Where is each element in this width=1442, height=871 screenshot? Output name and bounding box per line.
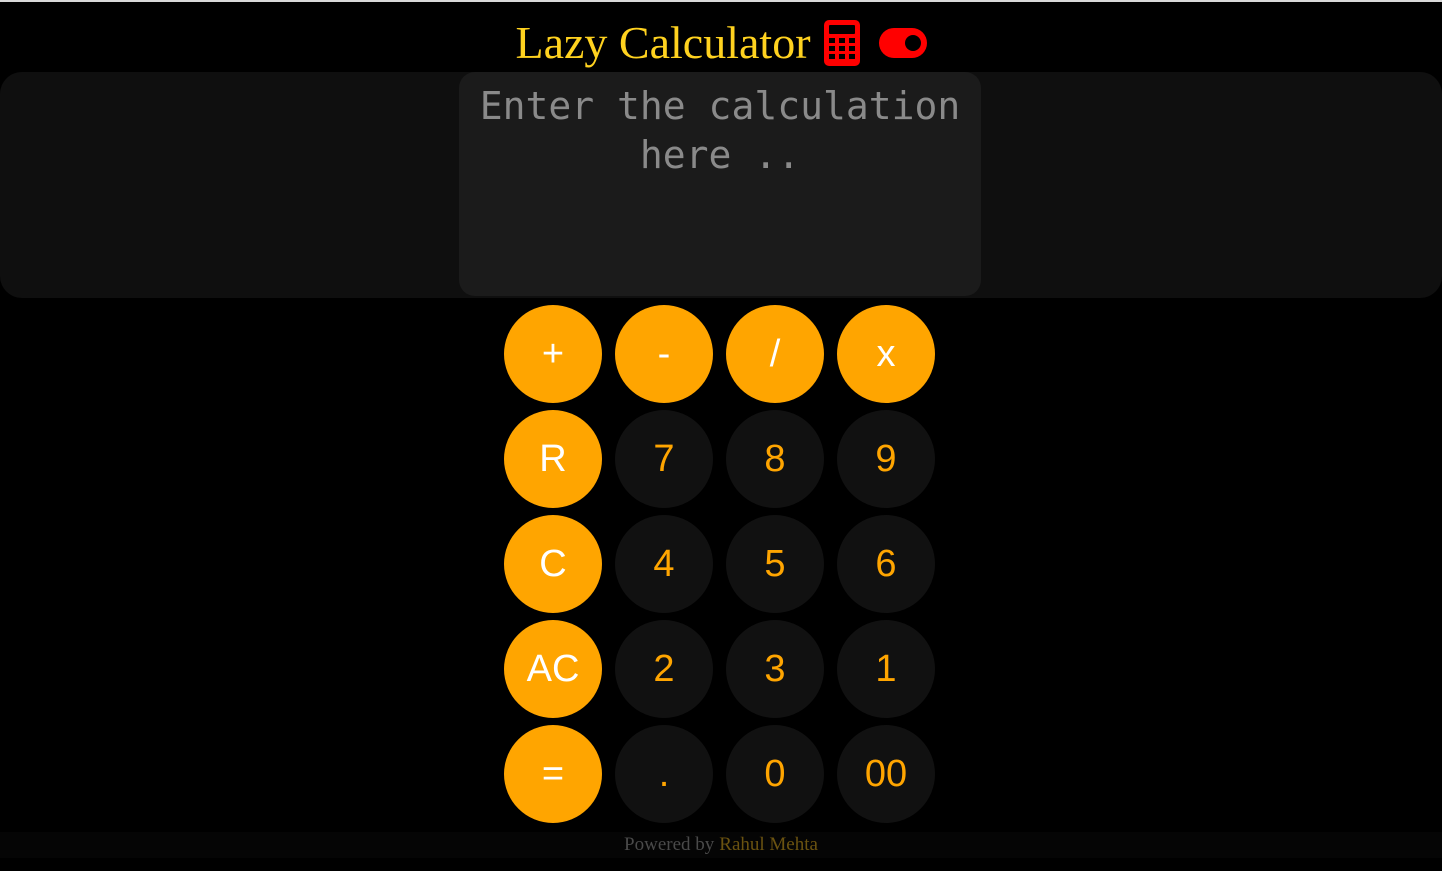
digit-6-button[interactable]: 6: [837, 515, 935, 613]
digit-2-button[interactable]: 2: [615, 620, 713, 718]
calculation-input[interactable]: [459, 72, 981, 296]
equals-button[interactable]: =: [504, 725, 602, 823]
digit-4-button[interactable]: 4: [615, 515, 713, 613]
double-zero-button[interactable]: 00: [837, 725, 935, 823]
footer: Powered by Rahul Mehta: [0, 832, 1442, 858]
theme-toggle[interactable]: [878, 28, 927, 58]
multiply-button[interactable]: x: [837, 305, 935, 403]
app-header: Lazy Calculator: [0, 14, 1442, 72]
digit-1-button[interactable]: 1: [837, 620, 935, 718]
digit-7-button[interactable]: 7: [615, 410, 713, 508]
digit-0-button[interactable]: 0: [726, 725, 824, 823]
digit-5-button[interactable]: 5: [726, 515, 824, 613]
calculator-icon: [823, 20, 860, 66]
toggle-knob: [904, 35, 921, 51]
minus-button[interactable]: -: [615, 305, 713, 403]
keypad: + - / x R 7 8 9 C 4 5 6 AC 2 3 1 = . 0 0…: [504, 305, 935, 823]
clear-button[interactable]: C: [504, 515, 602, 613]
digit-8-button[interactable]: 8: [726, 410, 824, 508]
author-link[interactable]: Rahul Mehta: [719, 834, 818, 856]
footer-prefix: Powered by: [624, 834, 715, 855]
all-clear-button[interactable]: AC: [504, 620, 602, 718]
decimal-button[interactable]: .: [615, 725, 713, 823]
digit-3-button[interactable]: 3: [726, 620, 824, 718]
digit-9-button[interactable]: 9: [837, 410, 935, 508]
r-button[interactable]: R: [504, 410, 602, 508]
app-title: Lazy Calculator: [515, 17, 811, 68]
divide-button[interactable]: /: [726, 305, 824, 403]
plus-button[interactable]: +: [504, 305, 602, 403]
top-border: [0, 0, 1442, 2]
